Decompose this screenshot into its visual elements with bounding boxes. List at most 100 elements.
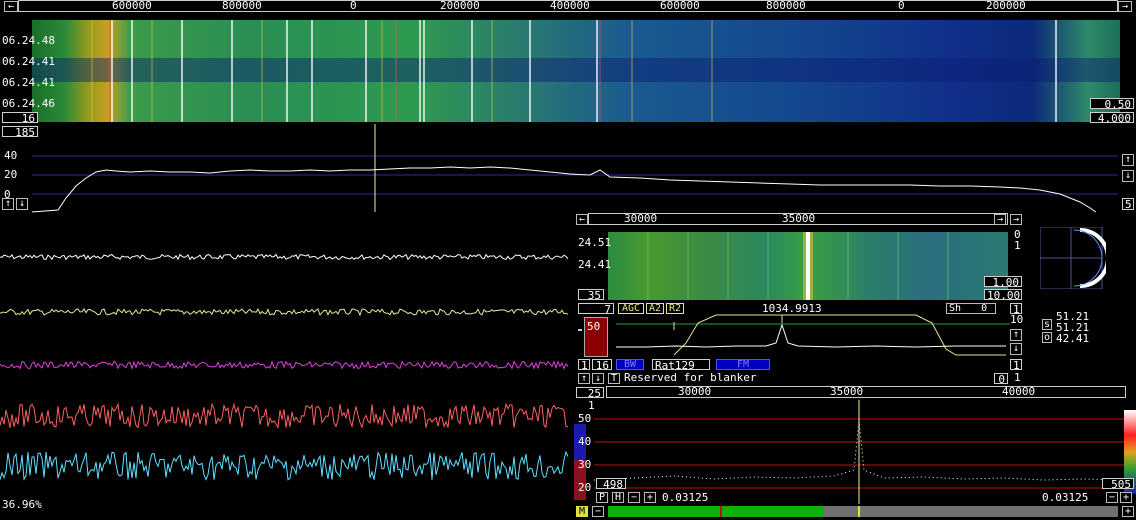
baseband-y-tick: 20 xyxy=(578,481,592,494)
cpu-load-text: 36.96% xyxy=(2,498,42,511)
main-freq-tick: 800000 xyxy=(222,0,262,12)
channel-trace-2 xyxy=(0,308,569,317)
blanker-right: 1 xyxy=(1014,371,1021,384)
main-freq-tick: 400000 xyxy=(550,0,590,12)
hires-waterfall-lines xyxy=(647,232,949,300)
channel-trace-1 xyxy=(0,253,569,261)
s-meter-value: 50 xyxy=(587,320,601,333)
plus-button-right[interactable]: + xyxy=(1120,492,1132,503)
hires-left-arrow[interactable]: ← xyxy=(576,214,588,225)
main-freq-right-arrow[interactable]: → xyxy=(1118,1,1132,12)
polar-s-button[interactable]: s xyxy=(1042,319,1052,330)
baseband-y-tick: 30 xyxy=(578,458,592,471)
row-box-1[interactable]: 1 xyxy=(578,359,590,371)
main-spectrum-up-arrow[interactable]: ↑ xyxy=(2,198,14,210)
main-avg-box[interactable]: 16 xyxy=(2,112,38,124)
main-waterfall-lines xyxy=(32,20,1120,122)
hires-scale-down[interactable]: ↓ xyxy=(1010,343,1022,355)
channel-trace-5 xyxy=(0,450,569,481)
baseband-freq-tick: 35000 xyxy=(830,385,864,398)
main-time-label: 06.24.48 xyxy=(2,34,55,47)
minus-button[interactable]: − xyxy=(628,492,640,503)
main-waterfall-panel: ← → 600000 800000 0 200000 400000 600000 80000… xyxy=(0,0,1136,124)
baseband-panel: 25 30000 35000 40000 1 50 40 30 20 498 505 P … xyxy=(574,385,1136,520)
fm-button[interactable]: FM xyxy=(716,359,770,370)
m-minus-button[interactable]: − xyxy=(592,506,604,517)
h-button[interactable]: H xyxy=(612,492,624,503)
main-freq-tick: 200000 xyxy=(986,0,1026,12)
main-freq-left-arrow[interactable]: ← xyxy=(4,1,18,12)
main-spectrum-panel: 185 40 20 0 ↑ ↓ ↑ ↓ 5 xyxy=(0,124,1136,214)
hires-contrast-box[interactable]: 10.00 xyxy=(984,289,1022,301)
main-freq-tick: 600000 xyxy=(112,0,152,12)
blanker-text: Reserved for blanker xyxy=(624,371,757,384)
baseband-plot[interactable] xyxy=(574,400,1136,504)
s-meter-marker xyxy=(578,329,582,331)
baseband-right-num[interactable]: 505 xyxy=(1102,478,1134,490)
baseband-right-value: 0.03125 xyxy=(1042,491,1089,504)
baseband-left-value: 0.03125 xyxy=(662,491,709,504)
polar-o-button[interactable]: o xyxy=(1042,332,1052,343)
s-meter[interactable]: 50 xyxy=(584,317,608,357)
hires-right-top-2: 1 xyxy=(1014,239,1021,252)
blanker-box[interactable]: 0 xyxy=(994,373,1008,385)
baseband-left-box[interactable]: 25 xyxy=(576,387,604,399)
polar-panel: s o 51.21 51.21 42.41 xyxy=(1030,213,1136,385)
hires-right-arrow[interactable]: → xyxy=(994,214,1006,225)
hires-time-label: 24.41 xyxy=(578,258,612,271)
main-freq-tick: 600000 xyxy=(660,0,700,12)
main-spectrum-y-tick: 40 xyxy=(4,149,18,162)
hires-gain-box[interactable]: 1.00 xyxy=(984,276,1022,288)
main-waterfall-image[interactable] xyxy=(32,20,1120,122)
baseband-freq-tick: 30000 xyxy=(678,385,712,398)
level-bar[interactable] xyxy=(608,506,1118,517)
bw-button[interactable]: BW xyxy=(616,359,644,370)
main-spectrum-down-arrow[interactable]: ↓ xyxy=(16,198,28,210)
baseband-y-tick: 50 xyxy=(578,412,592,425)
level-bar-marker-2 xyxy=(858,506,860,517)
main-spectrum-right-box[interactable]: 5 xyxy=(1122,198,1134,210)
channel-trace-4 xyxy=(0,402,569,429)
hires-panel: ← → → 30000 35000 24.51 24.41 0 1 35 1.00 … xyxy=(576,212,1026,385)
main-spectrum-y-tick: 20 xyxy=(4,168,18,181)
polar-plot[interactable] xyxy=(1040,227,1106,289)
m-button[interactable]: M xyxy=(576,506,588,517)
hires-scale-up[interactable]: ↑ xyxy=(1010,329,1022,341)
hires-filter-plot[interactable] xyxy=(576,313,1026,361)
channel-traces-panel: 36.96% xyxy=(0,214,572,520)
hires-waterfall-image[interactable] xyxy=(608,232,1008,300)
rat-box[interactable]: Rat129 xyxy=(652,359,710,371)
hires-avg-box[interactable]: 35 xyxy=(578,289,604,301)
main-gain-box[interactable]: 0.50 xyxy=(1090,98,1134,110)
main-spectrum-right-down[interactable]: ↓ xyxy=(1122,170,1134,182)
baseband-freq-tick: 40000 xyxy=(1002,385,1036,398)
plus-button[interactable]: + xyxy=(644,492,656,503)
main-freq-tick: 200000 xyxy=(440,0,480,12)
channel-trace-3 xyxy=(0,360,569,370)
channel-traces xyxy=(0,253,569,481)
row-right-box[interactable]: 1 xyxy=(1010,359,1022,371)
hires-freq-tick: 30000 xyxy=(624,212,658,225)
main-spectrum-right-up[interactable]: ↑ xyxy=(1122,154,1134,166)
level-bar-marker xyxy=(720,506,722,517)
level-plus-button[interactable]: + xyxy=(1122,506,1134,517)
main-time-label: 06.24.41 xyxy=(2,76,55,89)
polar-value-3: 42.41 xyxy=(1056,332,1090,345)
blanker-down[interactable]: ↓ xyxy=(592,373,604,384)
main-contrast-box[interactable]: 4.000 xyxy=(1090,112,1134,124)
hires-freq-tick: 35000 xyxy=(782,212,816,225)
row-box-2[interactable]: 16 xyxy=(592,359,612,371)
minus-button-right[interactable]: − xyxy=(1106,492,1118,503)
t-button[interactable]: T xyxy=(608,373,620,384)
level-bar-fill xyxy=(608,506,824,517)
main-freq-tick: 0 xyxy=(350,0,357,12)
baseband-left-num[interactable]: 498 xyxy=(596,478,626,490)
main-spectrum-plot[interactable] xyxy=(0,124,1136,214)
hires-right-arrow-2[interactable]: → xyxy=(1010,214,1022,225)
p-button[interactable]: P xyxy=(596,492,608,503)
main-freq-tick: 0 xyxy=(898,0,905,12)
hires-scale-right: 10 xyxy=(1010,313,1024,326)
hires-time-label: 24.51 xyxy=(578,236,612,249)
blanker-up[interactable]: ↑ xyxy=(578,373,590,384)
main-time-label: 06.24.41 xyxy=(2,55,55,68)
